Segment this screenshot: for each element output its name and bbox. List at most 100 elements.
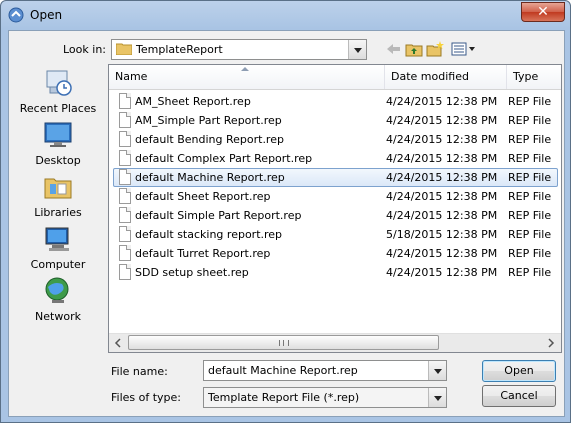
file-icon — [119, 264, 131, 280]
file-row[interactable]: default Sheet Report.rep 4/24/2015 12:38… — [109, 187, 561, 206]
file-date: 4/24/2015 12:38 PM — [386, 209, 498, 222]
column-name[interactable]: Name — [109, 65, 385, 89]
window-title: Open — [30, 8, 63, 22]
file-row[interactable]: default stacking report.rep 5/18/2015 12… — [109, 225, 561, 244]
file-row[interactable]: default Turret Report.rep 4/24/2015 12:3… — [109, 244, 561, 263]
close-icon: ✕ — [537, 4, 549, 20]
place-recent-places[interactable]: Recent Places — [12, 65, 104, 117]
file-name: default Simple Part Report.rep — [135, 209, 302, 222]
look-in-combo[interactable]: TemplateReport — [111, 39, 367, 60]
view-menu-icon[interactable] — [451, 40, 477, 58]
files-of-type-select[interactable]: Template Report File (*.rep) — [203, 387, 447, 408]
close-button[interactable]: ✕ — [521, 2, 565, 22]
computer-icon — [45, 227, 69, 251]
recent-places-icon — [46, 70, 72, 96]
file-name: default stacking report.rep — [135, 228, 283, 241]
file-icon — [119, 150, 131, 166]
file-name: AM_Sheet Report.rep — [135, 95, 251, 108]
file-type: REP File — [508, 266, 552, 279]
file-row[interactable]: default Complex Part Report.rep 4/24/201… — [109, 149, 561, 168]
file-icon — [119, 245, 131, 261]
file-icon — [119, 188, 131, 204]
scroll-left-icon[interactable] — [110, 335, 126, 351]
column-date-modified[interactable]: Date modified — [385, 65, 507, 89]
file-name: default Sheet Report.rep — [135, 190, 271, 203]
look-in-value: TemplateReport — [136, 43, 223, 56]
file-name: SDD setup sheet.rep — [135, 266, 249, 279]
file-row[interactable]: AM_Simple Part Report.rep 4/24/2015 12:3… — [109, 111, 561, 130]
file-date: 5/18/2015 12:38 PM — [386, 228, 498, 241]
desktop-icon — [44, 122, 72, 147]
up-folder-icon[interactable] — [405, 40, 423, 58]
file-date: 4/24/2015 12:38 PM — [386, 247, 498, 260]
files-of-type-label: Files of type: — [111, 391, 182, 404]
place-label: Desktop — [35, 154, 81, 167]
place-network[interactable]: Network — [12, 273, 104, 325]
file-date: 4/24/2015 12:38 PM — [386, 114, 498, 127]
new-folder-icon[interactable] — [426, 40, 444, 58]
places-bar: Recent Places Desktop Libraries Computer… — [12, 65, 104, 377]
column-header: Name Date modified Type — [109, 65, 561, 90]
file-date: 4/24/2015 12:38 PM — [386, 266, 498, 279]
libraries-icon — [44, 178, 72, 199]
folder-icon — [116, 43, 132, 55]
column-type[interactable]: Type — [507, 65, 561, 89]
file-type: REP File — [508, 228, 552, 241]
file-name-field[interactable]: default Machine Report.rep — [203, 360, 447, 381]
look-in-label: Look in: — [63, 43, 106, 56]
network-icon — [45, 277, 69, 303]
file-type: REP File — [508, 171, 552, 184]
place-label: Network — [35, 310, 81, 323]
place-computer[interactable]: Computer — [12, 221, 104, 273]
file-date: 4/24/2015 12:38 PM — [386, 95, 498, 108]
place-desktop[interactable]: Desktop — [12, 117, 104, 169]
file-row-selected[interactable]: default Machine Report.rep 4/24/2015 12:… — [109, 168, 561, 187]
file-type: REP File — [508, 133, 552, 146]
file-icon — [119, 112, 131, 128]
cancel-button[interactable]: Cancel — [482, 385, 556, 407]
place-label: Recent Places — [19, 102, 97, 115]
file-date: 4/24/2015 12:38 PM — [386, 171, 498, 184]
file-type: REP File — [508, 95, 552, 108]
file-name: default Turret Report.rep — [135, 247, 271, 260]
file-name-label: File name: — [111, 365, 168, 378]
place-label: Libraries — [34, 206, 82, 219]
file-type: REP File — [508, 247, 552, 260]
open-button[interactable]: Open — [482, 360, 556, 382]
file-row[interactable]: default Simple Part Report.rep 4/24/2015… — [109, 206, 561, 225]
file-row[interactable]: AM_Sheet Report.rep 4/24/2015 12:38 PM R… — [109, 92, 561, 111]
app-icon — [8, 7, 24, 23]
file-name-value: default Machine Report.rep — [208, 364, 358, 377]
file-type: REP File — [508, 152, 552, 165]
file-type: REP File — [508, 114, 552, 127]
open-dialog: Open ✕ Look in: TemplateReport Recent Pl… — [0, 0, 571, 423]
dialog-body: Look in: TemplateReport Recent Places De… — [8, 30, 565, 417]
file-icon — [119, 169, 131, 185]
scrollbar-thumb[interactable] — [128, 335, 439, 350]
file-name: default Complex Part Report.rep — [135, 152, 313, 165]
file-name: default Machine Report.rep — [135, 171, 285, 184]
file-date: 4/24/2015 12:38 PM — [386, 133, 498, 146]
horizontal-scrollbar[interactable] — [109, 333, 561, 352]
file-icon — [119, 93, 131, 109]
place-label: Computer — [30, 258, 86, 271]
files-of-type-value: Template Report File (*.rep) — [208, 391, 360, 404]
grip-icon — [279, 340, 289, 346]
place-libraries[interactable]: Libraries — [12, 169, 104, 221]
file-icon — [119, 226, 131, 242]
file-name: AM_Simple Part Report.rep — [135, 114, 282, 127]
file-icon — [119, 131, 131, 147]
chevron-down-icon[interactable] — [428, 361, 446, 380]
scroll-right-icon[interactable] — [543, 335, 559, 351]
title-bar[interactable]: Open ✕ — [1, 1, 570, 29]
back-icon[interactable] — [385, 40, 403, 58]
file-row[interactable]: SDD setup sheet.rep 4/24/2015 12:38 PM R… — [109, 263, 561, 282]
file-row[interactable]: default Bending Report.rep 4/24/2015 12:… — [109, 130, 561, 149]
file-type: REP File — [508, 190, 552, 203]
file-icon — [119, 207, 131, 223]
chevron-down-icon[interactable] — [428, 388, 446, 407]
chevron-down-icon[interactable] — [348, 40, 366, 59]
file-list[interactable]: Name Date modified Type AM_Sheet Report.… — [108, 64, 562, 353]
file-date: 4/24/2015 12:38 PM — [386, 152, 498, 165]
file-type: REP File — [508, 209, 552, 222]
